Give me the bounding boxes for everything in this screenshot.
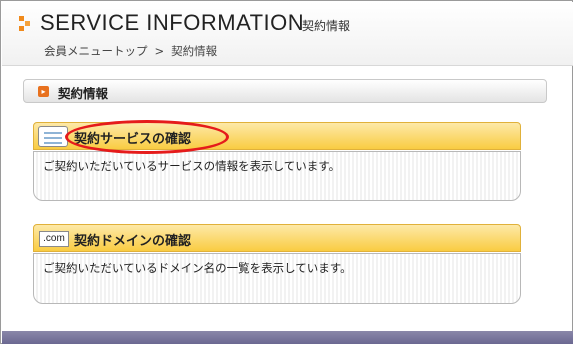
breadcrumb-separator: > xyxy=(154,44,165,58)
page-title: SERVICE INFORMATION xyxy=(40,10,305,35)
dotcom-icon: .com xyxy=(39,231,69,247)
contract-domain-card-header[interactable]: .com 契約ドメインの確認 xyxy=(33,224,521,252)
contract-domain-link[interactable]: 契約ドメインの確認 xyxy=(74,230,191,249)
footer-strip xyxy=(2,331,573,344)
brand-logo-icon xyxy=(19,16,33,31)
document-icon xyxy=(38,126,68,147)
section-header: ▸ 契約情報 xyxy=(23,79,547,103)
page-subtitle: 契約情報 xyxy=(302,19,351,33)
breadcrumb: 会員メニュートップ > 契約情報 xyxy=(44,43,217,59)
breadcrumb-home-link[interactable]: 会員メニュートップ xyxy=(44,43,148,59)
red-highlight-annotation xyxy=(65,120,229,154)
breadcrumb-current: 契約情報 xyxy=(171,44,218,58)
page-frame: SERVICE INFORMATION 契約情報 会員メニュートップ > 契約情報 … xyxy=(0,0,573,344)
contract-service-description: ご契約いただいているサービスの情報を表示しています。 xyxy=(43,159,341,173)
contract-service-card-body: ご契約いただいているサービスの情報を表示しています。 xyxy=(33,151,521,201)
contract-domain-description: ご契約いただいているドメイン名の一覧を表示しています。 xyxy=(43,261,352,275)
section-title: 契約情報 xyxy=(58,86,109,101)
page-header: SERVICE INFORMATION 契約情報 会員メニュートップ > 契約情報 xyxy=(2,2,573,66)
orange-arrow-icon: ▸ xyxy=(38,86,49,97)
contract-domain-card-body: ご契約いただいているドメイン名の一覧を表示しています。 xyxy=(33,253,521,304)
